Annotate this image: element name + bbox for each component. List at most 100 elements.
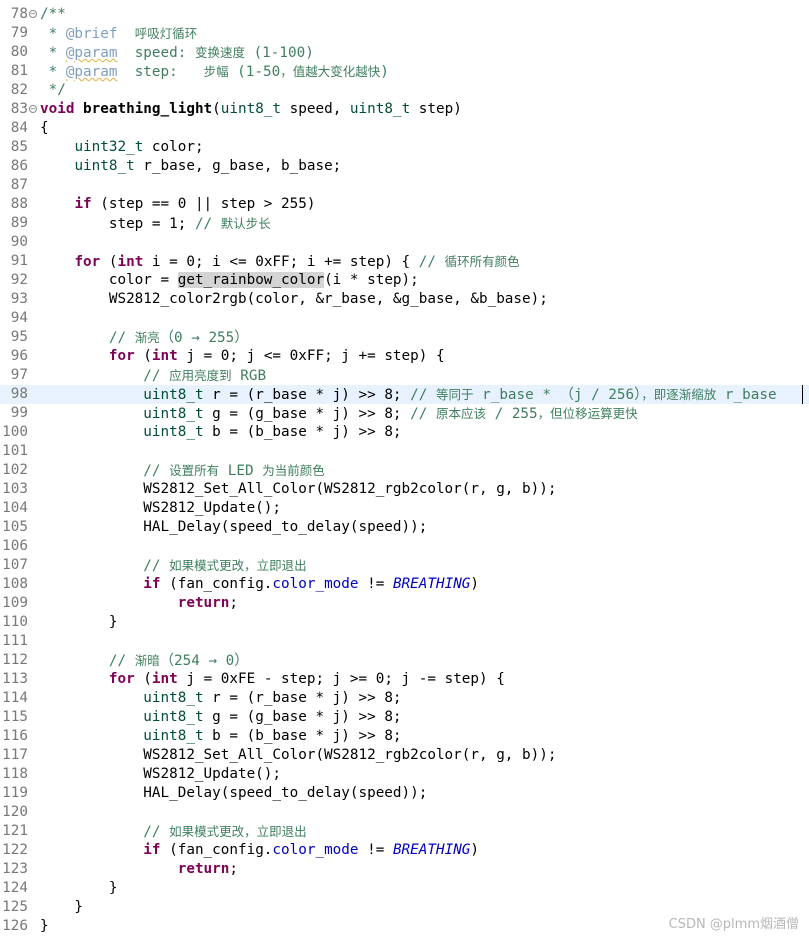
code-line[interactable]: 96 for (int j = 0; j <= 0xFF; j += step)… xyxy=(0,347,809,366)
code-text[interactable]: { xyxy=(40,119,49,138)
code-line[interactable]: 108 if (fan_config.color_mode != BREATHI… xyxy=(0,575,809,594)
code-text[interactable]: return; xyxy=(40,594,238,613)
code-text[interactable]: if (fan_config.color_mode != BREATHING) xyxy=(40,575,479,594)
code-line[interactable]: 92 color = get_rainbow_color(i * step); xyxy=(0,271,809,290)
code-text[interactable]: uint8_t r_base, g_base, b_base; xyxy=(40,157,341,176)
code-text[interactable]: for (int i = 0; i <= 0xFF; i += step) { … xyxy=(40,252,519,272)
code-text[interactable]: // 设置所有 LED 为当前颜色 xyxy=(40,461,324,481)
code-text[interactable]: // 如果模式更改，立即退出 xyxy=(40,822,306,842)
code-text[interactable]: */ xyxy=(40,81,66,100)
code-line[interactable]: 81 * @param step: 步幅 (1-50，值越大变化越快) xyxy=(0,62,809,81)
code-line[interactable]: 102 // 设置所有 LED 为当前颜色 xyxy=(0,461,809,480)
code-text[interactable]: uint32_t color; xyxy=(40,138,203,157)
fold-toggle-icon[interactable]: − xyxy=(29,105,37,113)
code-token: // xyxy=(194,216,221,232)
code-text[interactable]: for (int j = 0xFE - step; j >= 0; j -= s… xyxy=(40,670,505,689)
code-line[interactable]: 82 */ xyxy=(0,81,809,100)
code-text[interactable]: * @param step: 步幅 (1-50，值越大变化越快) xyxy=(40,62,389,82)
code-line[interactable]: 107 // 如果模式更改，立即退出 xyxy=(0,556,809,575)
code-line[interactable]: 89 step = 1; // 默认步长 xyxy=(0,214,809,233)
code-line[interactable]: 98 uint8_t r = (r_base * j) >> 8; // 等同于… xyxy=(0,385,809,404)
code-text[interactable]: // 应用亮度到 RGB xyxy=(40,366,266,386)
code-text[interactable]: } xyxy=(40,898,83,917)
code-text[interactable]: // 渐亮（0 → 255） xyxy=(40,328,249,348)
code-line[interactable]: 117 WS2812_Set_All_Color(WS2812_rgb2colo… xyxy=(0,746,809,765)
code-text[interactable]: } xyxy=(40,879,118,898)
code-line[interactable]: 87 xyxy=(0,176,809,195)
code-line[interactable]: 119 HAL_Delay(speed_to_delay(speed)); xyxy=(0,784,809,803)
code-token: } xyxy=(40,614,118,630)
code-line[interactable]: 79 * @brief 呼吸灯循环 xyxy=(0,24,809,43)
code-text[interactable]: /** xyxy=(40,5,66,24)
fold-toggle-icon[interactable]: − xyxy=(29,10,37,18)
code-text[interactable]: uint8_t r = (r_base * j) >> 8; // 等同于 r_… xyxy=(40,385,776,405)
code-text[interactable]: // 渐暗（254 → 0） xyxy=(40,651,249,671)
code-line[interactable]: 121 // 如果模式更改，立即退出 xyxy=(0,822,809,841)
code-line[interactable]: 93 WS2812_color2rgb(color, &r_base, &g_b… xyxy=(0,290,809,309)
code-text[interactable]: WS2812_Update(); xyxy=(40,499,281,518)
code-text[interactable]: } xyxy=(40,917,49,936)
code-text[interactable]: // 如果模式更改，立即退出 xyxy=(40,556,306,576)
code-line[interactable]: 80 * @param speed: 变换速度 (1-100) xyxy=(0,43,809,62)
code-line[interactable]: 83− void breathing_light(uint8_t speed, u… xyxy=(0,100,809,119)
code-text[interactable]: for (int j = 0; j <= 0xFF; j += step) { xyxy=(40,347,445,366)
code-line[interactable]: 97 // 应用亮度到 RGB xyxy=(0,366,809,385)
code-token: HAL_Delay(speed_to_delay(speed)); xyxy=(40,785,428,801)
code-text[interactable]: uint8_t b = (b_base * j) >> 8; xyxy=(40,727,401,746)
code-text[interactable]: void breathing_light(uint8_t speed, uint… xyxy=(40,100,462,119)
code-text[interactable]: HAL_Delay(speed_to_delay(speed)); xyxy=(40,784,427,803)
code-text[interactable]: WS2812_color2rgb(color, &r_base, &g_base… xyxy=(40,290,548,309)
code-line[interactable]: 123 return; xyxy=(0,860,809,879)
code-text[interactable]: uint8_t g = (g_base * j) >> 8; // 原本应该 /… xyxy=(40,404,637,424)
code-line[interactable]: 105 HAL_Delay(speed_to_delay(speed)); xyxy=(0,518,809,537)
code-line[interactable]: 120 xyxy=(0,803,809,822)
code-line[interactable]: 115 uint8_t g = (g_base * j) >> 8; xyxy=(0,708,809,727)
code-editor[interactable]: 78−/** 79 * @brief 呼吸灯循环 80 * @param speed… xyxy=(0,0,809,938)
code-text[interactable]: step = 1; // 默认步长 xyxy=(40,214,271,234)
code-text[interactable]: } xyxy=(40,613,118,632)
code-line[interactable]: 109 return; xyxy=(0,594,809,613)
code-token: g = (g_base * j) >> 8; xyxy=(203,709,402,725)
code-text[interactable]: WS2812_Set_All_Color(WS2812_rgb2color(r,… xyxy=(40,480,556,499)
code-text[interactable]: return; xyxy=(40,860,238,879)
code-token: // xyxy=(143,824,170,840)
code-line[interactable]: 85 uint32_t color; xyxy=(0,138,809,157)
code-line[interactable]: 100 uint8_t b = (b_base * j) >> 8; xyxy=(0,423,809,442)
code-text[interactable]: HAL_Delay(speed_to_delay(speed)); xyxy=(40,518,427,537)
code-line[interactable]: 84 { xyxy=(0,119,809,138)
code-line[interactable]: 111 xyxy=(0,632,809,651)
code-line[interactable]: 124 } xyxy=(0,879,809,898)
code-line[interactable]: 90 xyxy=(0,233,809,252)
code-line[interactable]: 110 } xyxy=(0,613,809,632)
code-line[interactable]: 118 WS2812_Update(); xyxy=(0,765,809,784)
code-line[interactable]: 112 // 渐暗（254 → 0） xyxy=(0,651,809,670)
code-line[interactable]: 103 WS2812_Set_All_Color(WS2812_rgb2colo… xyxy=(0,480,809,499)
code-line[interactable]: 88 if (step == 0 || step > 255) xyxy=(0,195,809,214)
code-text[interactable]: if (fan_config.color_mode != BREATHING) xyxy=(40,841,479,860)
code-line[interactable]: 122 if (fan_config.color_mode != BREATHI… xyxy=(0,841,809,860)
code-line[interactable]: 106 xyxy=(0,537,809,556)
code-line[interactable]: 101 xyxy=(0,442,809,461)
code-line[interactable]: 95 // 渐亮（0 → 255） xyxy=(0,328,809,347)
code-line[interactable]: 94 xyxy=(0,309,809,328)
code-line[interactable]: 104 WS2812_Update(); xyxy=(0,499,809,518)
code-text[interactable]: uint8_t g = (g_base * j) >> 8; xyxy=(40,708,402,727)
code-text[interactable]: uint8_t r = (r_base * j) >> 8; xyxy=(40,689,401,708)
code-text[interactable]: WS2812_Set_All_Color(WS2812_rgb2color(r,… xyxy=(40,746,556,765)
code-line[interactable]: 99 uint8_t g = (g_base * j) >> 8; // 原本应… xyxy=(0,404,809,423)
code-text[interactable]: * @brief 呼吸灯循环 xyxy=(40,24,198,44)
code-text[interactable]: if (step == 0 || step > 255) xyxy=(40,195,315,214)
code-line[interactable]: 86 uint8_t r_base, g_base, b_base; xyxy=(0,157,809,176)
code-line[interactable]: 113 for (int j = 0xFE - step; j >= 0; j … xyxy=(0,670,809,689)
code-text[interactable]: uint8_t b = (b_base * j) >> 8; xyxy=(40,423,401,442)
code-text[interactable]: color = get_rainbow_color(i * step); xyxy=(40,271,419,290)
code-line[interactable]: 114 uint8_t r = (r_base * j) >> 8; xyxy=(0,689,809,708)
line-number: 78 xyxy=(10,6,28,22)
code-token: } xyxy=(40,918,49,934)
code-text[interactable]: WS2812_Update(); xyxy=(40,765,281,784)
code-line[interactable]: 91 for (int i = 0; i <= 0xFF; i += step)… xyxy=(0,252,809,271)
code-text[interactable]: * @param speed: 变换速度 (1-100) xyxy=(40,43,314,63)
code-line[interactable]: 78−/** xyxy=(0,5,809,24)
code-line[interactable]: 116 uint8_t b = (b_base * j) >> 8; xyxy=(0,727,809,746)
